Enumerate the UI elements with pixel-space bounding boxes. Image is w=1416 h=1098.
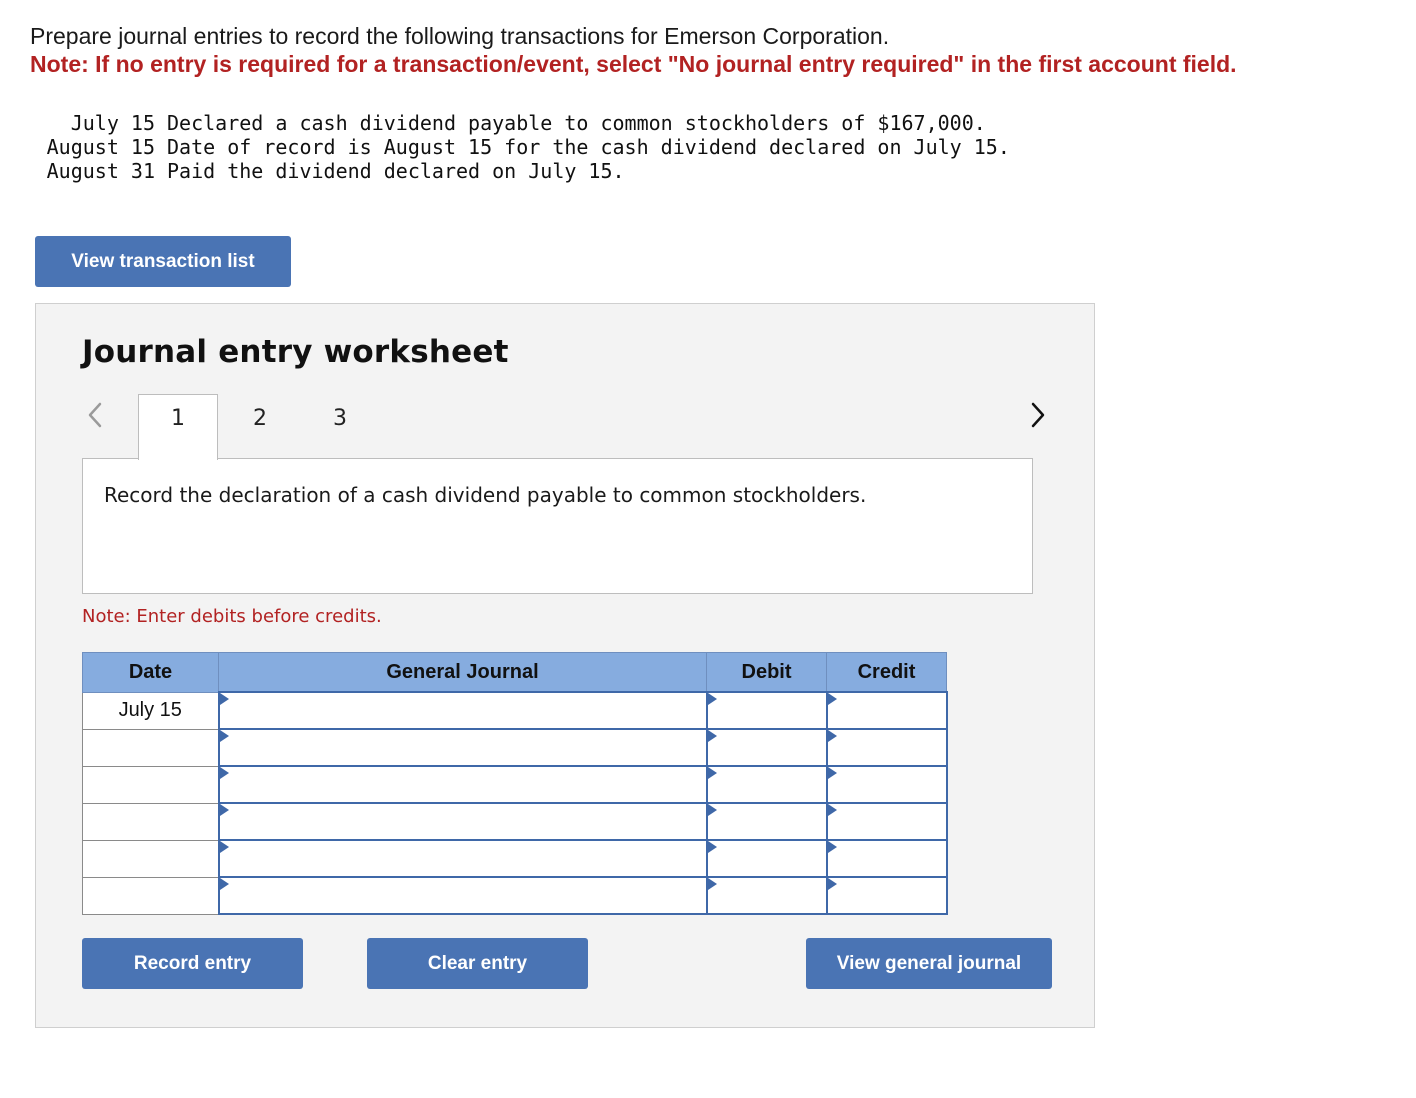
- debit-column-header: Debit: [706, 652, 827, 693]
- credit-input[interactable]: [827, 730, 946, 765]
- account-cell[interactable]: [217, 728, 708, 767]
- account-input[interactable]: [219, 804, 706, 839]
- credit-cell[interactable]: [825, 728, 948, 767]
- account-cell[interactable]: [217, 839, 708, 878]
- chevron-left-icon[interactable]: [84, 400, 108, 430]
- table-row: [82, 765, 948, 804]
- credit-input[interactable]: [827, 841, 946, 876]
- record-entry-button[interactable]: Record entry: [82, 938, 303, 989]
- debit-cell[interactable]: [705, 876, 828, 915]
- account-cell[interactable]: [217, 765, 708, 804]
- debit-cell[interactable]: [705, 765, 828, 804]
- tab-3[interactable]: 3: [306, 394, 374, 458]
- date-cell: [82, 765, 219, 804]
- account-cell[interactable]: [217, 876, 708, 915]
- credit-cell[interactable]: [825, 876, 948, 915]
- date-cell: July 15: [82, 691, 219, 730]
- credit-input[interactable]: [827, 878, 946, 913]
- account-input[interactable]: [219, 693, 706, 728]
- entry-description: Record the declaration of a cash dividen…: [104, 483, 867, 507]
- transaction-date: August 31: [46, 159, 155, 183]
- instructions-note: Note: If no entry is required for a tran…: [30, 51, 1237, 77]
- worksheet-title: Journal entry worksheet: [82, 334, 509, 370]
- transaction-row: July 15 Declared a cash dividend payable…: [30, 111, 1010, 135]
- credit-cell[interactable]: [825, 802, 948, 841]
- transaction-date: July 15: [70, 111, 155, 135]
- debit-input[interactable]: [707, 804, 826, 839]
- transaction-row: August 15 Date of record is August 15 fo…: [30, 135, 1010, 159]
- table-row: [82, 876, 948, 915]
- page: Prepare journal entries to record the fo…: [0, 0, 1416, 1098]
- general-journal-column-header: General Journal: [218, 652, 707, 693]
- instructions-text: Prepare journal entries to record the fo…: [30, 23, 890, 49]
- transaction-date: August 15: [46, 135, 155, 159]
- credit-input[interactable]: [827, 767, 946, 802]
- date-cell: [82, 876, 219, 915]
- debit-cell[interactable]: [705, 691, 828, 730]
- credit-cell[interactable]: [825, 691, 948, 730]
- tab-2[interactable]: 2: [226, 394, 294, 458]
- debit-cell[interactable]: [705, 802, 828, 841]
- credit-column-header: Credit: [826, 652, 947, 693]
- tab-1[interactable]: 1: [138, 394, 218, 460]
- date-cell: [82, 728, 219, 767]
- journal-header-row: Date General Journal Debit Credit: [82, 652, 947, 693]
- journal-table: Date General Journal Debit Credit July 1…: [82, 652, 948, 915]
- credit-cell[interactable]: [825, 839, 948, 878]
- credit-cell[interactable]: [825, 765, 948, 804]
- debit-input[interactable]: [707, 730, 826, 765]
- debit-cell[interactable]: [705, 728, 828, 767]
- debit-input[interactable]: [707, 767, 826, 802]
- table-row: [82, 839, 948, 878]
- credit-input[interactable]: [827, 804, 946, 839]
- account-cell[interactable]: [217, 802, 708, 841]
- debit-input[interactable]: [707, 841, 826, 876]
- transaction-description: Paid the dividend declared on July 15.: [167, 159, 625, 183]
- transaction-description: Date of record is August 15 for the cash…: [167, 135, 1010, 159]
- debit-cell[interactable]: [705, 839, 828, 878]
- view-transaction-list-button[interactable]: View transaction list: [35, 236, 291, 287]
- debits-note: Note: Enter debits before credits.: [82, 606, 382, 627]
- journal-entry-worksheet: Journal entry worksheet 1 2 3 Record the…: [35, 303, 1095, 1028]
- date-column-header: Date: [82, 652, 219, 693]
- table-row: [82, 802, 948, 841]
- chevron-right-icon[interactable]: [1026, 400, 1050, 430]
- table-row: July 15: [82, 691, 948, 730]
- account-input[interactable]: [219, 841, 706, 876]
- account-input[interactable]: [219, 730, 706, 765]
- entry-description-box: Record the declaration of a cash dividen…: [82, 458, 1033, 594]
- transaction-description: Declared a cash dividend payable to comm…: [167, 111, 986, 135]
- transaction-list: July 15 Declared a cash dividend payable…: [30, 111, 1010, 183]
- credit-input[interactable]: [827, 693, 946, 728]
- clear-entry-button[interactable]: Clear entry: [367, 938, 588, 989]
- account-input[interactable]: [219, 767, 706, 802]
- table-row: [82, 728, 948, 767]
- debit-input[interactable]: [707, 693, 826, 728]
- debit-input[interactable]: [707, 878, 826, 913]
- date-cell: [82, 802, 219, 841]
- account-input[interactable]: [219, 878, 706, 913]
- date-cell: [82, 839, 219, 878]
- account-cell[interactable]: [217, 691, 708, 730]
- transaction-row: August 31 Paid the dividend declared on …: [30, 159, 1010, 183]
- view-general-journal-button[interactable]: View general journal: [806, 938, 1052, 989]
